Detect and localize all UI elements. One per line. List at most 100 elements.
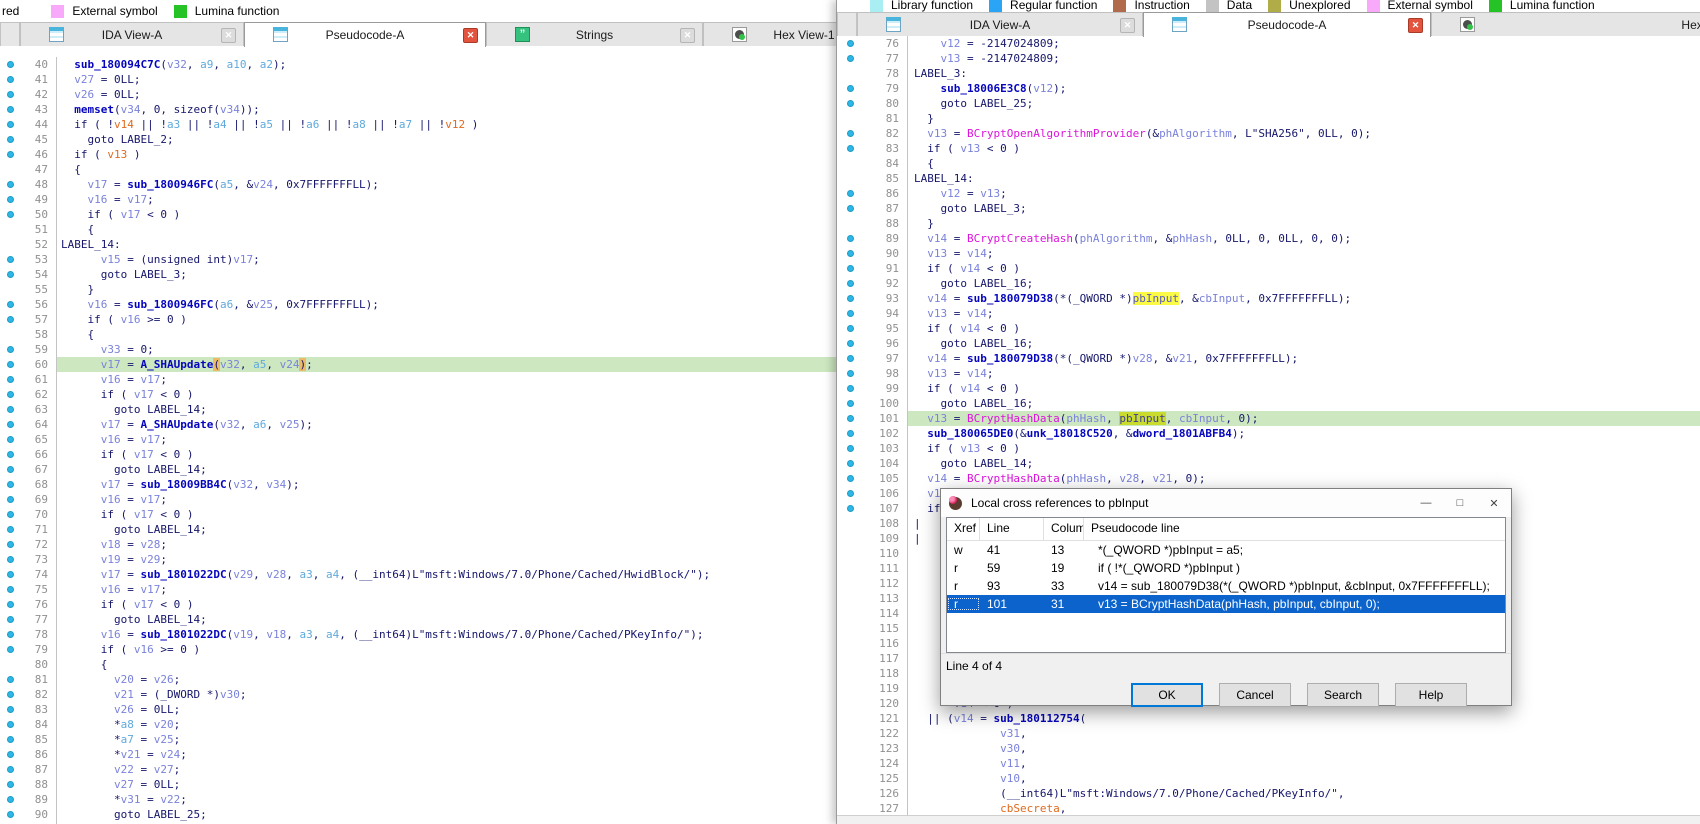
- code-line-60[interactable]: 60 v17 = A_SHAUpdate(v32, a5, v24);: [0, 357, 836, 372]
- breakpoint-dot[interactable]: [7, 586, 14, 593]
- tab-pseudocode-a[interactable]: Pseudocode-A ✕: [1143, 12, 1431, 37]
- code-text[interactable]: goto LABEL_3;: [908, 201, 1700, 216]
- breakpoint-dot[interactable]: [7, 481, 14, 488]
- breakpoint-dot[interactable]: [7, 511, 14, 518]
- breakpoint-gutter[interactable]: [837, 205, 863, 212]
- xref-cell[interactable]: 93: [980, 579, 1044, 593]
- xref-row[interactable]: r5919if ( !*(_QWORD *)pbInput ): [947, 559, 1505, 577]
- code-line-44[interactable]: 44 if ( !v14 || !a3 || !a4 || !a5 || !a6…: [0, 117, 836, 132]
- code-line-71[interactable]: 71 goto LABEL_14;: [0, 522, 836, 537]
- tab-strings[interactable]: ” Strings ✕: [486, 22, 703, 46]
- breakpoint-gutter[interactable]: [0, 316, 20, 323]
- xref-cell[interactable]: v13 = BCryptHashData(phHash, pbInput, cb…: [1084, 597, 1505, 611]
- breakpoint-gutter[interactable]: [0, 751, 20, 758]
- breakpoint-gutter[interactable]: [0, 391, 20, 398]
- code-text[interactable]: goto LABEL_14;: [57, 402, 836, 417]
- breakpoint-dot[interactable]: [847, 145, 854, 152]
- breakpoint-gutter[interactable]: [0, 766, 20, 773]
- code-text[interactable]: goto LABEL_14;: [57, 522, 836, 537]
- code-line-122[interactable]: 122 v31,: [837, 726, 1700, 741]
- breakpoint-gutter[interactable]: [0, 481, 20, 488]
- breakpoint-dot[interactable]: [847, 55, 854, 62]
- breakpoint-dot[interactable]: [847, 385, 854, 392]
- code-line-96[interactable]: 96 goto LABEL_16;: [837, 336, 1700, 351]
- xref-cell[interactable]: 101: [980, 597, 1044, 611]
- close-tab-icon[interactable]: ✕: [1408, 18, 1423, 33]
- breakpoint-dot[interactable]: [847, 325, 854, 332]
- breakpoint-gutter[interactable]: [837, 85, 863, 92]
- column-header-xref[interactable]: Xref: [947, 518, 980, 540]
- code-line-85[interactable]: 85LABEL_14:: [837, 171, 1700, 186]
- breakpoint-gutter[interactable]: [837, 505, 863, 512]
- code-text[interactable]: if ( v13 < 0 ): [908, 141, 1700, 156]
- code-text[interactable]: if ( v13 < 0 ): [908, 441, 1700, 456]
- xref-cell[interactable]: *(_QWORD *)pbInput = a5;: [1084, 543, 1505, 557]
- breakpoint-gutter[interactable]: [837, 460, 863, 467]
- code-line-76[interactable]: 76 if ( v17 < 0 ): [0, 597, 836, 612]
- code-text[interactable]: v30,: [908, 741, 1700, 756]
- code-text[interactable]: {: [57, 222, 836, 237]
- breakpoint-gutter[interactable]: [0, 271, 20, 278]
- code-line-43[interactable]: 43 memset(v34, 0, sizeof(v34));: [0, 102, 836, 117]
- xref-cell[interactable]: 13: [1044, 543, 1084, 557]
- breakpoint-dot[interactable]: [7, 526, 14, 533]
- breakpoint-gutter[interactable]: [0, 646, 20, 653]
- tab-pseudocode-a[interactable]: Pseudocode-A ✕: [244, 22, 486, 47]
- code-text[interactable]: v22 = v27;: [57, 762, 836, 777]
- breakpoint-gutter[interactable]: [837, 325, 863, 332]
- breakpoint-dot[interactable]: [7, 451, 14, 458]
- code-text[interactable]: v13 = v14;: [908, 366, 1700, 381]
- code-line-103[interactable]: 103 if ( v13 < 0 ): [837, 441, 1700, 456]
- code-line-41[interactable]: 41 v27 = 0LL;: [0, 72, 836, 87]
- code-text[interactable]: v16 = sub_1800946FC(a6, &v25, 0x7FFFFFFF…: [57, 297, 836, 312]
- code-text[interactable]: *a7 = v25;: [57, 732, 836, 747]
- breakpoint-dot[interactable]: [7, 391, 14, 398]
- code-line-55[interactable]: 55 }: [0, 282, 836, 297]
- code-text[interactable]: v14 = BCryptCreateHash(phAlgorithm, &phH…: [908, 231, 1700, 246]
- breakpoint-gutter[interactable]: [837, 250, 863, 257]
- code-text[interactable]: if ( v17 < 0 ): [57, 207, 836, 222]
- code-line-77[interactable]: 77 v13 = -2147024809;: [837, 51, 1700, 66]
- tab-ida-view-a[interactable]: IDA View-A ✕: [20, 22, 244, 46]
- breakpoint-dot[interactable]: [847, 130, 854, 137]
- code-line-127[interactable]: 127 cbSecreta,: [837, 801, 1700, 816]
- xref-cell[interactable]: w: [947, 543, 980, 557]
- xref-row[interactable]: r9333v14 = sub_180079D38(*(_QWORD *)pbIn…: [947, 577, 1505, 595]
- code-text[interactable]: v13 = v14;: [908, 246, 1700, 261]
- xref-cell[interactable]: r: [947, 579, 980, 593]
- code-line-84[interactable]: 84 *a8 = v20;: [0, 717, 836, 732]
- code-text[interactable]: cbSecreta,: [908, 801, 1700, 816]
- breakpoint-gutter[interactable]: [0, 736, 20, 743]
- code-line-93[interactable]: 93 v14 = sub_180079D38(*(_QWORD *)pbInpu…: [837, 291, 1700, 306]
- code-text[interactable]: v16 = v17;: [57, 372, 836, 387]
- xref-cell[interactable]: 19: [1044, 561, 1084, 575]
- code-text[interactable]: v26 = 0LL;: [57, 702, 836, 717]
- breakpoint-gutter[interactable]: [0, 691, 20, 698]
- code-line-82[interactable]: 82 v13 = BCryptOpenAlgorithmProvider(&ph…: [837, 126, 1700, 141]
- code-text[interactable]: v12 = v13;: [908, 186, 1700, 201]
- code-line-70[interactable]: 70 if ( v17 < 0 ): [0, 507, 836, 522]
- code-line-68[interactable]: 68 v17 = sub_18009BB4C(v32, v34);: [0, 477, 836, 492]
- code-text[interactable]: v16 = v17;: [57, 582, 836, 597]
- code-text[interactable]: v20 = v26;: [57, 672, 836, 687]
- breakpoint-gutter[interactable]: [837, 445, 863, 452]
- breakpoint-gutter[interactable]: [0, 451, 20, 458]
- code-line-72[interactable]: 72 v18 = v28;: [0, 537, 836, 552]
- code-text[interactable]: v11,: [908, 756, 1700, 771]
- code-line-80[interactable]: 80 {: [0, 657, 836, 672]
- code-line-80[interactable]: 80 goto LABEL_25;: [837, 96, 1700, 111]
- code-text[interactable]: goto LABEL_2;: [57, 132, 836, 147]
- code-text[interactable]: if ( v17 < 0 ): [57, 387, 836, 402]
- breakpoint-gutter[interactable]: [0, 211, 20, 218]
- code-text[interactable]: v14 = sub_180079D38(*(_QWORD *)v28, &v21…: [908, 351, 1700, 366]
- code-line-125[interactable]: 125 v10,: [837, 771, 1700, 786]
- breakpoint-dot[interactable]: [847, 295, 854, 302]
- xref-cell[interactable]: r: [947, 597, 980, 611]
- code-line-83[interactable]: 83 if ( v13 < 0 ): [837, 141, 1700, 156]
- code-line-101[interactable]: 101 v13 = BCryptHashData(phHash, pbInput…: [837, 411, 1700, 426]
- breakpoint-dot[interactable]: [7, 436, 14, 443]
- code-line-75[interactable]: 75 v16 = v17;: [0, 582, 836, 597]
- horizontal-scrollbar[interactable]: [837, 815, 1700, 824]
- code-line-126[interactable]: 126 (__int64)L"msft:Windows/7.0/Phone/Ca…: [837, 786, 1700, 801]
- code-text[interactable]: *v31 = v22;: [57, 792, 836, 807]
